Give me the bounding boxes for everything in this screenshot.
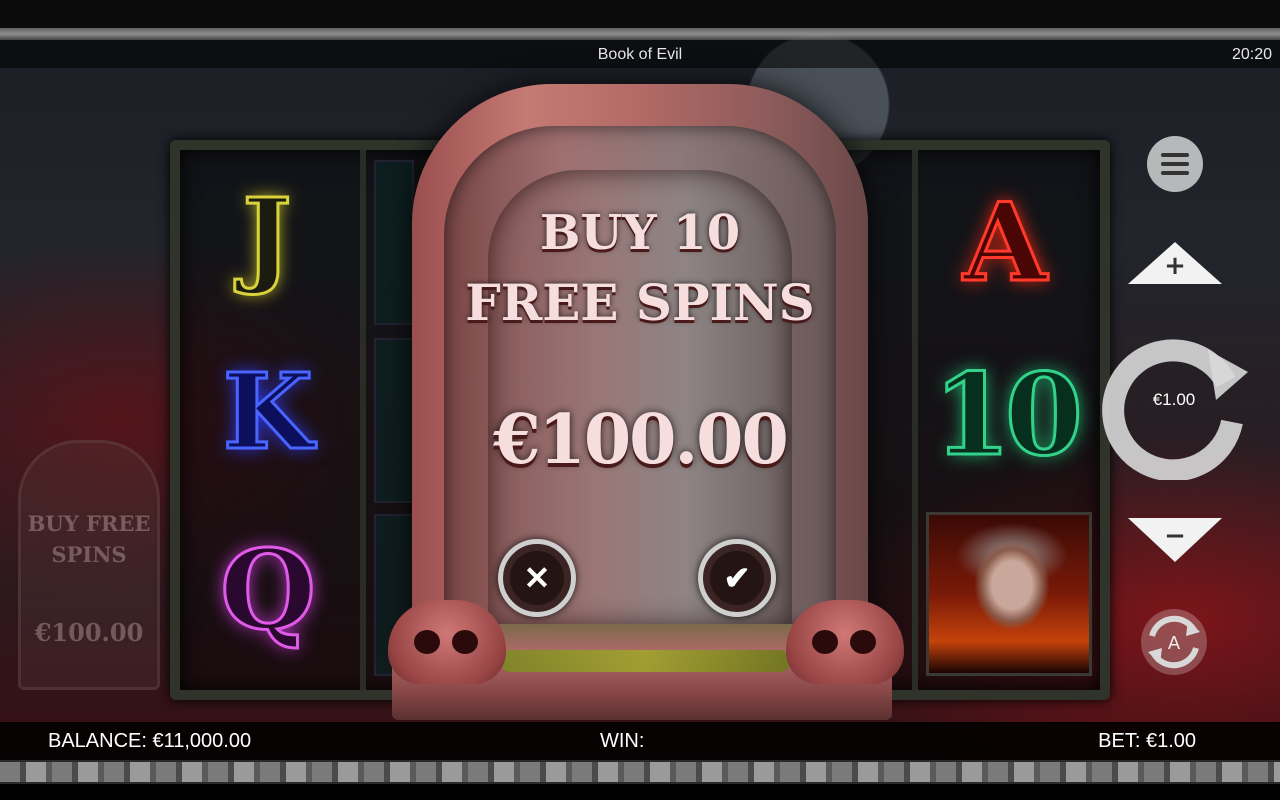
win-display: WIN: — [600, 730, 645, 752]
bet-increase-button[interactable]: + — [1126, 240, 1224, 288]
top-strip — [0, 0, 1280, 28]
plus-icon: + — [1164, 251, 1186, 281]
menu-icon — [1161, 153, 1189, 157]
dialog-title-line2: FREE SPINS — [465, 273, 815, 332]
symbol-vampire-portrait — [926, 512, 1092, 676]
symbol-j: J — [241, 174, 293, 300]
autoplay-button[interactable]: A — [1138, 606, 1210, 678]
symbol-k: K — [221, 349, 314, 475]
minus-icon: − — [1164, 521, 1186, 551]
close-icon: ✕ — [510, 551, 564, 605]
symbol-a: A — [962, 179, 1049, 308]
reel-cell — [374, 160, 414, 325]
svg-text:A: A — [1168, 633, 1181, 654]
confirm-button[interactable]: ✔ — [698, 539, 776, 617]
reel-separator — [360, 150, 366, 690]
dialog-title-line1: BUY 10 — [539, 205, 741, 261]
cancel-button[interactable]: ✕ — [498, 539, 576, 617]
bet-display: BET: €1.00 — [1098, 730, 1196, 752]
balance-display: BALANCE: €11,000.00 — [48, 730, 252, 752]
buy-free-spins-label: BUY FREE SPINS — [27, 511, 151, 567]
symbol-10: 10 — [932, 349, 1085, 483]
top-border — [0, 28, 1280, 40]
checkmark-icon: ✔ — [710, 551, 764, 605]
clock: 20:20 — [1231, 46, 1272, 63]
game-stage: Book of Evil 20:20 J K Q A 10 BUY FREE S… — [0, 0, 1280, 800]
spin-bet-label: €1.00 — [1152, 390, 1196, 409]
game-title: Book of Evil — [597, 46, 683, 63]
bottom-border — [0, 760, 1280, 784]
buy-free-spins-price: €100.00 — [34, 618, 144, 647]
dialog-price: €100.00 — [493, 400, 789, 480]
moss-decoration — [500, 650, 790, 672]
reel-cell — [374, 338, 414, 503]
skull-icon — [786, 600, 904, 684]
menu-button[interactable] — [1147, 136, 1203, 192]
bottom-strip — [0, 784, 1280, 800]
bet-decrease-button[interactable]: − — [1126, 514, 1224, 566]
symbol-q: Q — [219, 524, 318, 656]
skull-icon — [388, 600, 506, 684]
